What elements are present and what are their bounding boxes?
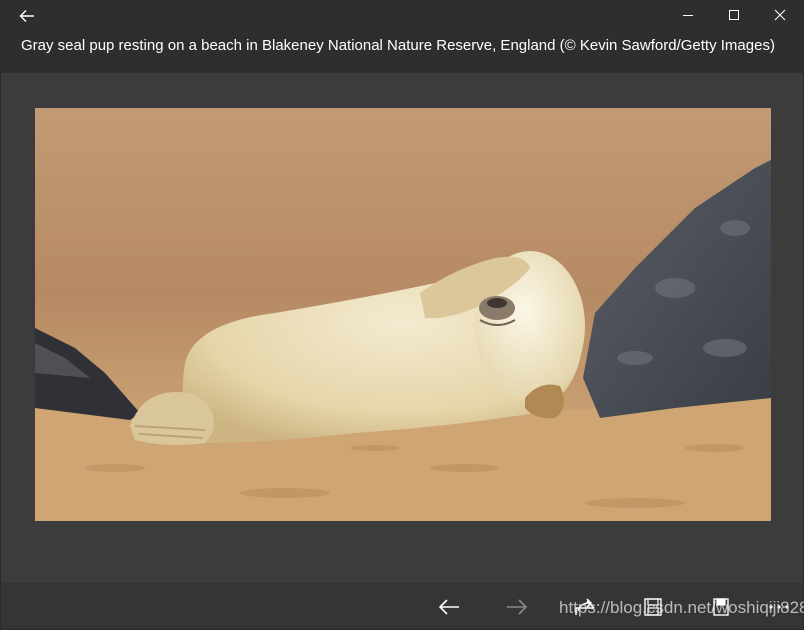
next-button[interactable] <box>497 591 537 623</box>
more-button[interactable] <box>759 591 799 623</box>
previous-button[interactable] <box>429 591 469 623</box>
back-arrow-icon <box>19 10 34 22</box>
save-as-icon <box>713 598 729 616</box>
save-icon <box>644 598 662 616</box>
image-stage <box>1 73 803 583</box>
back-button[interactable] <box>11 5 43 27</box>
seal-photo-illustration <box>35 108 771 521</box>
photo-viewer-window: Gray seal pup resting on a beach in Blak… <box>0 0 804 630</box>
image-caption: Gray seal pup resting on a beach in Blak… <box>21 37 775 54</box>
share-icon <box>575 598 595 615</box>
minimize-button[interactable] <box>665 1 711 29</box>
maximize-button[interactable] <box>711 1 757 29</box>
next-arrow-icon <box>507 599 528 615</box>
title-bar: Gray seal pup resting on a beach in Blak… <box>1 1 803 73</box>
seal-photo[interactable] <box>35 108 771 521</box>
save-button[interactable] <box>633 591 673 623</box>
save-as-button[interactable] <box>701 591 741 623</box>
bottom-toolbar <box>1 583 803 629</box>
more-icon <box>769 605 789 609</box>
share-button[interactable] <box>565 591 605 623</box>
close-icon <box>774 9 786 21</box>
previous-arrow-icon <box>438 599 459 615</box>
window-controls <box>665 1 803 29</box>
maximize-icon <box>729 10 739 20</box>
minimize-icon <box>683 15 693 16</box>
close-button[interactable] <box>757 1 803 29</box>
